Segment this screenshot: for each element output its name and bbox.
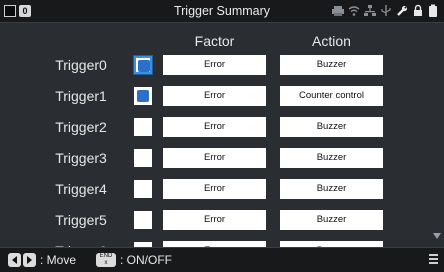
trigger-label: Trigger5 — [55, 212, 107, 228]
factor-field[interactable]: Error — [163, 86, 266, 106]
lock-icon — [412, 4, 424, 18]
factor-field[interactable]: Error — [163, 148, 266, 168]
factor-field[interactable]: Error — [163, 179, 266, 199]
factor-field[interactable]: Error — [163, 117, 266, 137]
network-icon — [364, 4, 376, 18]
trigger-enable-checkbox[interactable] — [134, 118, 152, 136]
factor-field[interactable]: Error — [163, 55, 266, 75]
action-column-header: Action — [312, 33, 351, 49]
trigger-label: Trigger3 — [55, 150, 107, 166]
left-arrow-key-icon — [8, 253, 21, 267]
trigger-enable-checkbox[interactable] — [134, 180, 152, 198]
action-field[interactable]: Buzzer — [280, 179, 383, 199]
move-hint: : Move — [40, 253, 77, 267]
partial-row-factor — [163, 242, 266, 246]
title-bar: 0 Trigger Summary — [0, 0, 444, 23]
status-icons — [332, 4, 440, 18]
trigger-row: Trigger2 Error Buzzer — [0, 116, 444, 138]
partial-row-checkbox — [134, 242, 152, 246]
printer-icon — [332, 4, 344, 18]
action-field[interactable]: Buzzer — [280, 148, 383, 168]
trigger-enable-checkbox[interactable] — [134, 149, 152, 167]
trigger-row: Trigger0 Error Buzzer — [0, 54, 444, 76]
trigger-row: Trigger1 Error Counter control — [0, 85, 444, 107]
wifi-icon — [348, 4, 360, 18]
end-key-sublabel: x — [104, 260, 108, 266]
trigger-label: Trigger4 — [55, 181, 107, 197]
trigger-enable-checkbox[interactable] — [134, 56, 152, 74]
partial-row-action — [280, 242, 383, 246]
onoff-hint: : ON/OFF — [120, 253, 172, 267]
trigger-enable-checkbox[interactable] — [134, 211, 152, 229]
usb-icon — [380, 4, 392, 18]
trigger-row: Trigger4 Error Buzzer — [0, 178, 444, 200]
trigger-enable-checkbox[interactable] — [134, 87, 152, 105]
end-key-label: END — [99, 253, 113, 259]
action-field[interactable]: Counter control — [280, 86, 383, 106]
trigger-row: Trigger5 Error Buzzer — [0, 209, 444, 231]
menu-icon[interactable] — [429, 254, 438, 266]
trigger-label: Trigger1 — [55, 88, 107, 104]
right-arrow-key-icon — [23, 253, 36, 267]
factor-field[interactable]: Error — [163, 210, 266, 230]
action-field[interactable]: Buzzer — [280, 117, 383, 137]
trigger-row: Trigger3 Error Buzzer — [0, 147, 444, 169]
action-field[interactable]: Buzzer — [280, 55, 383, 75]
scroll-down-arrow-icon[interactable] — [433, 233, 441, 239]
trigger-label: Trigger2 — [55, 119, 107, 135]
battery-icon — [428, 4, 440, 18]
factor-column-header: Factor — [194, 33, 235, 49]
wrench-icon — [396, 4, 408, 18]
footer-bar: : Move END x : ON/OFF — [0, 247, 444, 272]
trigger-label: Trigger0 — [55, 57, 107, 73]
action-field[interactable]: Buzzer — [280, 210, 383, 230]
end-key-icon: END x — [96, 253, 116, 267]
